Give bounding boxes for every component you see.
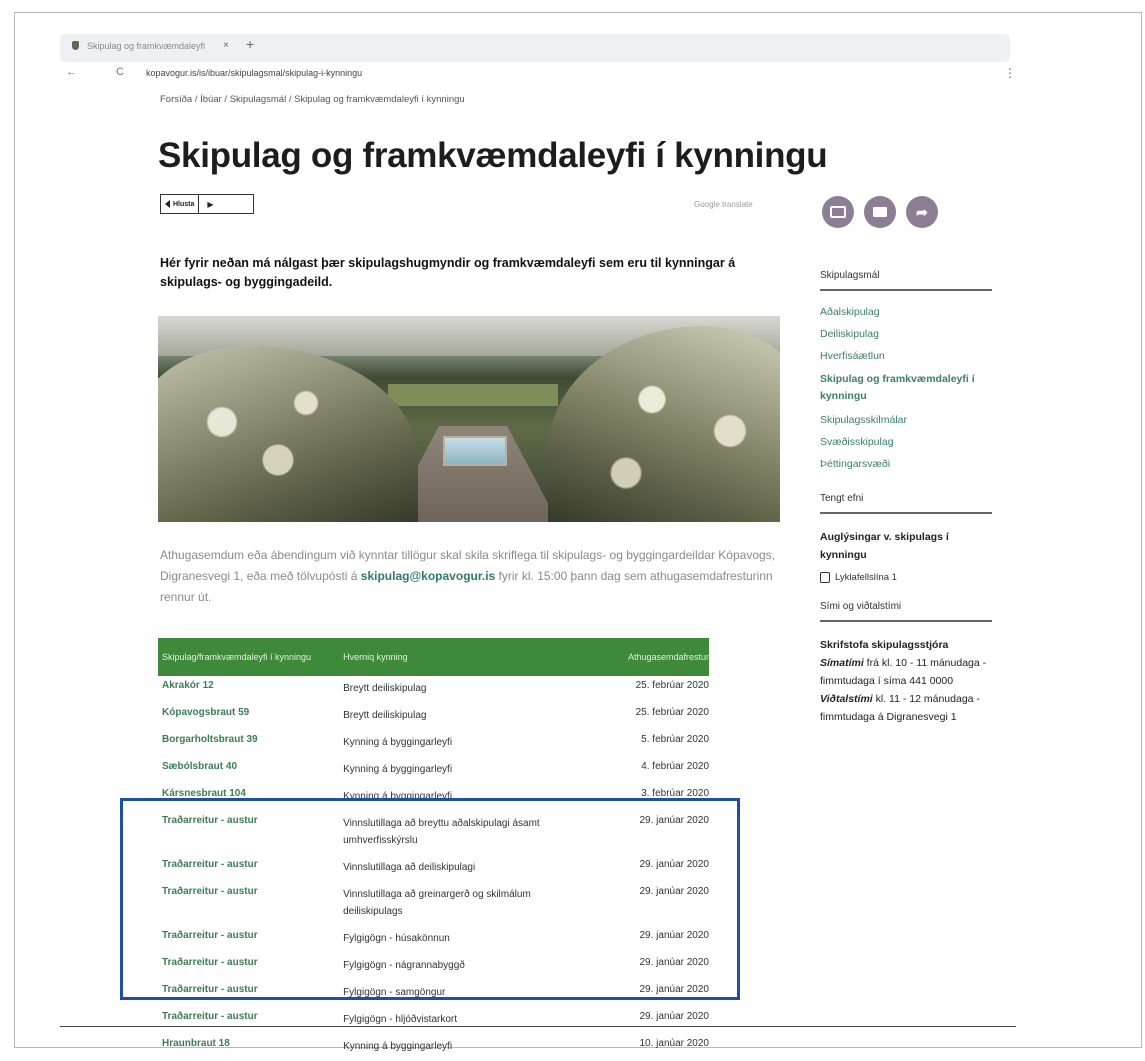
related-sub-link[interactable]: Lyklafellslína 1	[820, 572, 992, 583]
readspeaker-bar[interactable]: Hlusta ▶	[160, 194, 254, 214]
plan-deadline: 29. janúar 2020	[639, 1011, 709, 1022]
sidebar-link[interactable]: Hverfisáætlun	[820, 345, 992, 367]
phone-hours-label: Símatími	[820, 657, 864, 669]
sidebar-link[interactable]: Skipulag og framkvæmdaleyfi í kynningu	[820, 371, 992, 405]
table-row: Hraunbraut 18 Kynning á byggingarleyfi 10.…	[158, 1034, 709, 1061]
footer-divider	[60, 1026, 1016, 1027]
plan-deadline: 25. febrúar 2020	[635, 707, 709, 718]
plan-type: Kynning á byggingarleyfi	[343, 1041, 453, 1052]
tab-title: Skipulag og framkvæmdaleyfi	[87, 40, 206, 51]
page-actions: ➦	[822, 196, 938, 228]
speaker-icon	[165, 200, 170, 208]
table-header: Skipulag/framkvæmdaleyfi í kynningu Hver…	[158, 638, 709, 676]
url-text[interactable]: kopavogur.is/is/ibuar/skipulagsmal/skipu…	[146, 68, 362, 78]
print-button[interactable]	[822, 196, 854, 228]
plan-deadline: 10. janúar 2020	[639, 1038, 709, 1049]
plan-name-link[interactable]: Borgarholtsbraut 39	[158, 734, 335, 745]
email-button[interactable]	[864, 196, 896, 228]
plan-type: Kynning á byggingarleyfi	[343, 737, 453, 748]
page-title: Skipulag og framkvæmdaleyfi í kynningu	[158, 136, 828, 175]
plan-name-link[interactable]: Akrakór 12	[158, 680, 335, 691]
browser-tab-bar: Skipulag og framkvæmdaleyfi × +	[60, 34, 1010, 62]
back-icon[interactable]: ←	[66, 66, 77, 78]
plan-name-link[interactable]: Sæbólsbraut 40	[158, 761, 335, 772]
highlight-box	[120, 798, 740, 1000]
breadcrumb[interactable]: Forsíða / Íbúar / Skipulagsmál / Skipula…	[160, 94, 465, 105]
plan-type: Breytt deiliskipulag	[343, 683, 427, 694]
plan-type: Kynning á byggingarleyfi	[343, 764, 453, 775]
sidebar-link[interactable]: Þéttingarsvæði	[820, 453, 992, 475]
google-translate-link[interactable]: Google translate	[694, 200, 753, 209]
related-title: Tengt efni	[820, 493, 992, 514]
new-tab-icon[interactable]: +	[246, 36, 254, 52]
sidebar-link[interactable]: Aðalskipulag	[820, 301, 992, 323]
browser-menu-icon[interactable]: ⋮	[1004, 66, 1016, 80]
table-row: Borgarholtsbraut 39 Kynning á byggingarle…	[158, 730, 709, 757]
listen-button[interactable]: Hlusta	[161, 195, 200, 213]
submission-note: Athugasemdum eða ábendingum við kynntar …	[160, 548, 776, 604]
listen-label: Hlusta	[173, 200, 195, 208]
hero-image	[158, 316, 780, 522]
plan-name-link[interactable]: Traðarreitur - austur	[158, 1011, 335, 1022]
plan-deadline: 4. febrúar 2020	[641, 761, 709, 772]
browser-tab[interactable]: Skipulag og framkvæmdaleyfi ×	[72, 40, 229, 51]
sidebar-links: Aðalskipulag Deiliskipulag Hverfisáætlun Sk…	[820, 301, 992, 475]
share-button[interactable]: ➦	[906, 196, 938, 228]
sidebar-link[interactable]: Deiliskipulag	[820, 323, 992, 345]
contact-info: Skrifstofa skipulagsstjóra Símatími frá …	[820, 636, 992, 726]
favicon-icon	[72, 41, 79, 50]
reload-icon[interactable]: C	[116, 66, 124, 78]
intro-text: Hér fyrir neðan má nálgast þær skipulags…	[160, 256, 736, 289]
sidebar: Skipulagsmál Aðalskipulag Deiliskipulag Hv…	[820, 270, 992, 726]
plan-deadline: 5. febrúar 2020	[641, 734, 709, 745]
table-row: Akrakór 12 Breytt deiliskipulag 25. febrúa…	[158, 676, 709, 703]
email-link[interactable]: skipulag@kopavogur.is	[361, 569, 495, 583]
plan-type: Breytt deiliskipulag	[343, 710, 427, 721]
column-header-type: Hverniq kynning	[343, 652, 408, 662]
print-icon	[830, 206, 846, 218]
plan-deadline: 25. febrúar 2020	[635, 680, 709, 691]
plan-name-link[interactable]: Hraunbraut 18	[158, 1038, 335, 1049]
address-bar: ← C kopavogur.is/is/ibuar/skipulagsmal/s…	[60, 64, 1020, 84]
sidebar-link[interactable]: Skipulagsskilmálar	[820, 409, 992, 431]
visit-hours-label: Viðtalstími	[820, 693, 873, 705]
column-header-plan: Skipulag/framkvæmdaleyfi í kynningu	[162, 651, 312, 662]
play-icon[interactable]: ▶	[199, 200, 221, 209]
column-header-deadline: Athugasemdafrestur	[627, 652, 709, 662]
contact-org: Skrifstofa skipulagsstjóra	[820, 639, 949, 651]
share-icon: ➦	[916, 203, 928, 220]
table-row: Kópavogsbraut 59 Breytt deiliskipulag 25. …	[158, 703, 709, 730]
plan-name-link[interactable]: Kópavogsbraut 59	[158, 707, 335, 718]
document-icon	[820, 572, 830, 583]
table-row: Sæbólsbraut 40 Kynning á byggingarleyfi 4.…	[158, 757, 709, 784]
email-icon	[873, 207, 887, 217]
related-link[interactable]: Auglýsingar v. skipulags í kynningu	[820, 528, 992, 564]
contact-title: Sími og viðtalstími	[820, 601, 992, 622]
sidebar-link[interactable]: Svæðisskipulag	[820, 431, 992, 453]
sidebar-section-title: Skipulagsmál	[820, 270, 992, 291]
table-row: Traðarreitur - austur Fylgigögn - hljóðvi…	[158, 1007, 709, 1034]
close-tab-icon[interactable]: ×	[223, 40, 229, 51]
